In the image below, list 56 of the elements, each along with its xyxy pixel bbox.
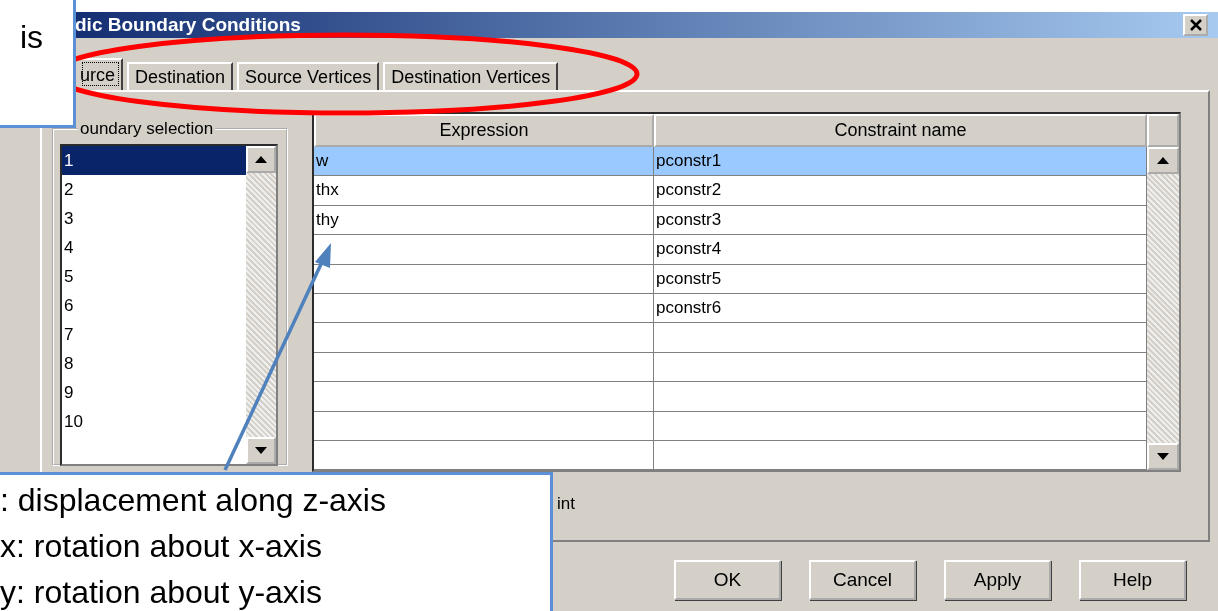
checkbox-label: int	[557, 494, 575, 514]
scroll-down-button[interactable]	[246, 437, 276, 464]
table-row[interactable]	[314, 440, 1147, 471]
callout-text: is	[20, 18, 45, 57]
table-cell: pconstr2	[656, 180, 722, 200]
list-item[interactable]: 1	[62, 146, 246, 175]
callout-text: : displacement along z-axis	[0, 481, 387, 520]
list-item[interactable]: 2	[62, 175, 246, 204]
table-cell: pconstr3	[656, 209, 722, 229]
group-label: oundary selection	[78, 119, 216, 139]
dialog-button[interactable]: Help	[1079, 560, 1186, 600]
down-arrow-icon	[255, 447, 267, 454]
table-row[interactable]: pconstr5	[314, 264, 1147, 294]
table-row[interactable]	[314, 323, 1147, 353]
window-title: dic Boundary Conditions	[75, 14, 301, 36]
tab[interactable]: Destination	[127, 62, 234, 90]
tab[interactable]: urce	[78, 58, 123, 90]
dialog-button[interactable]: OK	[674, 560, 781, 600]
table-cell: pconstr6	[656, 297, 722, 317]
dialog-button[interactable]: Cancel	[809, 560, 916, 600]
table-row[interactable]: pconstr6	[314, 293, 1147, 324]
table-row[interactable]: thy pconstr3	[314, 205, 1147, 236]
callout-text: y: rotation about y-axis	[0, 573, 323, 611]
list-item[interactable]: 7	[62, 320, 246, 349]
table-row[interactable]	[314, 352, 1147, 383]
tab[interactable]: Destination Vertices	[383, 62, 559, 90]
column-header[interactable]: Constraint name	[654, 114, 1147, 147]
table-row[interactable]	[314, 411, 1147, 441]
list-item[interactable]: 6	[62, 291, 246, 320]
column-header[interactable]: Expression	[314, 114, 654, 147]
scroll-up-button[interactable]	[246, 146, 276, 173]
close-button[interactable]	[1183, 14, 1208, 36]
down-arrow-icon	[1157, 453, 1169, 461]
list-item[interactable]: 10	[62, 407, 246, 436]
dialog-button[interactable]: Apply	[944, 560, 1051, 600]
tab[interactable]: Source Vertices	[237, 62, 380, 90]
table-cell: pconstr5	[656, 268, 722, 288]
table-cell: pconstr4	[656, 239, 722, 259]
list-item[interactable]: 9	[62, 378, 246, 407]
table-row[interactable]: w pconstr1	[314, 147, 1147, 177]
scroll-up-button[interactable]	[1147, 147, 1179, 174]
callout-text: x: rotation about x-axis	[0, 527, 323, 566]
table-cell: thy	[316, 209, 339, 229]
list-item[interactable]: 4	[62, 233, 246, 262]
table-cell: w	[316, 151, 329, 170]
list-item[interactable]: 3	[62, 204, 246, 233]
scroll-down-button[interactable]	[1147, 443, 1179, 471]
up-arrow-icon	[1157, 157, 1169, 164]
table-row[interactable]	[314, 382, 1147, 412]
list-item[interactable]: 5	[62, 262, 246, 291]
table-cell: thx	[316, 180, 339, 200]
table-cell: pconstr1	[656, 151, 722, 170]
up-arrow-icon	[255, 156, 267, 163]
list-item[interactable]: 8	[62, 349, 246, 378]
table-row[interactable]: thx pconstr2	[314, 176, 1147, 206]
close-icon	[1187, 18, 1204, 32]
